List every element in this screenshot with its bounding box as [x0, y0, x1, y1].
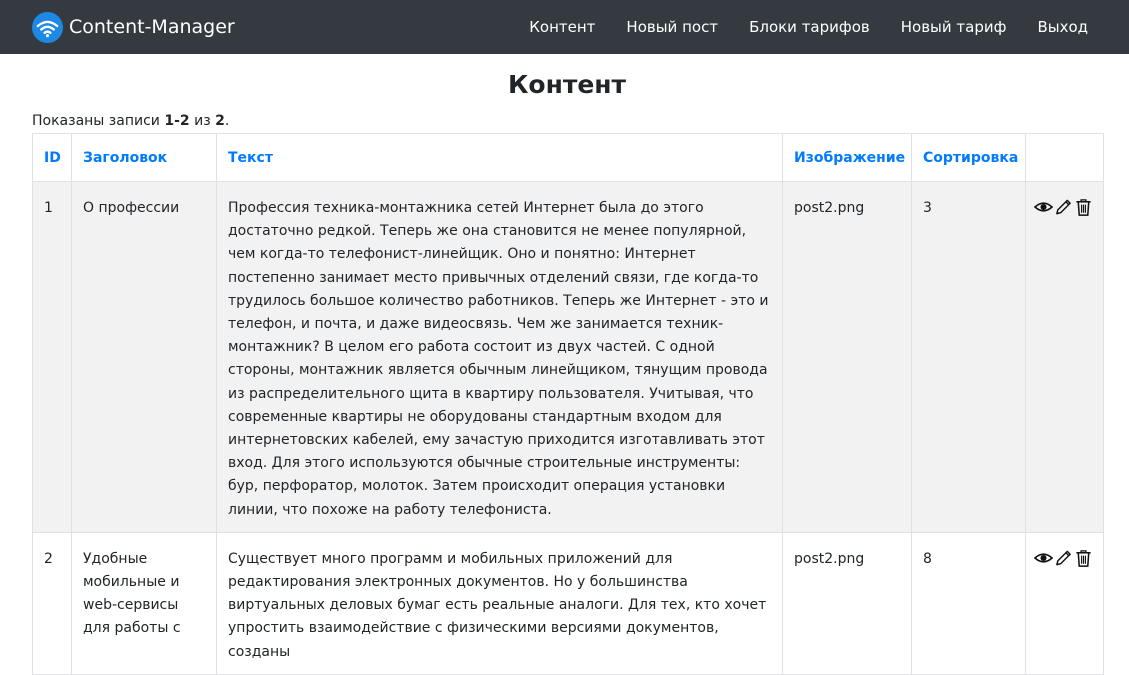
cell-id: 2	[32, 531, 72, 675]
brand-name: Content-Manager	[69, 16, 235, 38]
column-header-actions	[1025, 133, 1104, 182]
page-title: Контент	[507, 70, 627, 99]
pencil-icon	[1056, 199, 1071, 215]
brand-link[interactable]: Content-Manager	[32, 11, 235, 43]
cell-sort: 3	[911, 181, 1026, 533]
eye-icon	[1034, 202, 1053, 212]
view-button[interactable]	[1034, 197, 1053, 217]
sort-title-link[interactable]: Заголовок	[83, 150, 167, 166]
cell-image: post2.png	[782, 531, 912, 675]
nav-link-tariff-blocks[interactable]: Блоки тарифов	[749, 18, 870, 36]
sort-order-link[interactable]: Сортировка	[923, 150, 1018, 166]
cell-actions	[1025, 181, 1104, 533]
column-header-image: Изображение	[782, 133, 912, 182]
column-header-title: Заголовок	[71, 133, 217, 182]
cell-id: 1	[32, 181, 72, 533]
cell-title: Удобные мобильные и web-сервисы для рабо…	[71, 531, 217, 675]
view-button[interactable]	[1034, 548, 1053, 568]
summary-prefix: Показаны записи	[32, 113, 165, 129]
cell-title: О профессии	[71, 181, 217, 533]
nav-link-new-tariff[interactable]: Новый тариф	[901, 18, 1007, 36]
delete-button[interactable]	[1074, 548, 1093, 568]
nav-link-new-post[interactable]: Новый пост	[626, 18, 718, 36]
column-header-sort: Сортировка	[911, 133, 1026, 182]
cell-sort: 8	[911, 531, 1026, 675]
pencil-icon	[1056, 550, 1071, 566]
trash-icon	[1076, 550, 1091, 567]
delete-button[interactable]	[1074, 197, 1093, 217]
wifi-icon	[32, 11, 63, 43]
nav-link-logout[interactable]: Выход	[1037, 18, 1088, 36]
sort-id-link[interactable]: ID	[44, 150, 61, 166]
column-header-text: Текст	[216, 133, 783, 182]
cell-actions	[1025, 531, 1104, 675]
trash-icon	[1076, 199, 1091, 216]
content-table: ID Заголовок Текст Изображение Сортировк…	[32, 133, 1104, 675]
nav-menu: Контент Новый пост Блоки тарифов Новый т…	[498, 0, 1088, 54]
cell-image: post2.png	[782, 181, 912, 533]
table-row: 1 О профессии Профессия техника-монтажни…	[32, 181, 1104, 533]
column-header-id: ID	[32, 133, 72, 182]
table-header-row: ID Заголовок Текст Изображение Сортировк…	[32, 133, 1104, 182]
records-summary: Показаны записи 1-2 из 2.	[32, 113, 229, 129]
nav-link-content[interactable]: Контент	[529, 18, 595, 36]
top-navbar: Content-Manager Контент Новый пост Блоки…	[0, 0, 1129, 54]
summary-range: 1-2	[164, 113, 190, 129]
table-row: 2 Удобные мобильные и web-сервисы для ра…	[32, 531, 1104, 675]
summary-total: 2	[215, 113, 225, 129]
summary-suffix: .	[224, 113, 230, 129]
edit-button[interactable]	[1054, 548, 1073, 568]
cell-text: Профессия техника-монтажника сетей Интер…	[216, 181, 783, 533]
eye-icon	[1034, 553, 1053, 563]
cell-text: Существует много программ и мобильных пр…	[216, 531, 783, 675]
summary-middle: из	[189, 113, 216, 129]
sort-image-link[interactable]: Изображение	[794, 150, 905, 166]
edit-button[interactable]	[1054, 197, 1073, 217]
sort-text-link[interactable]: Текст	[228, 150, 273, 166]
